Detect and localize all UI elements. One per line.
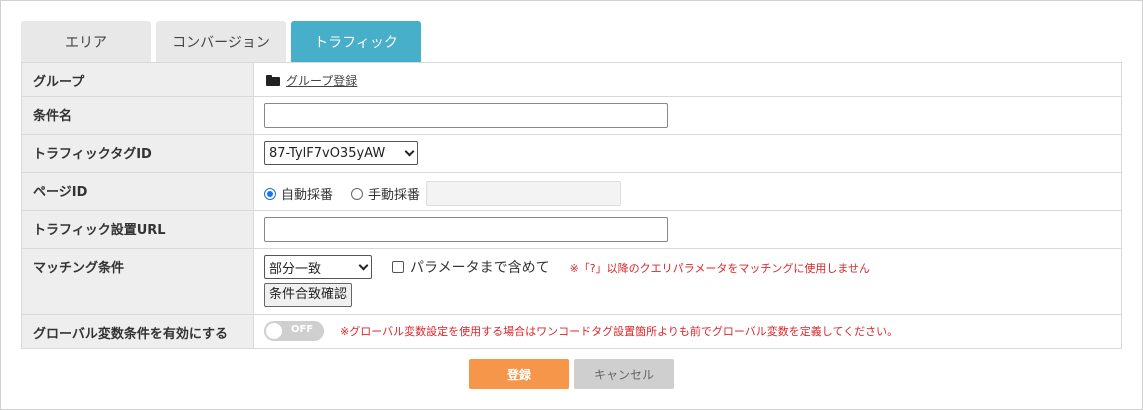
manual-number-label[interactable]: 手動採番 bbox=[368, 184, 420, 203]
global-var-row: グローバル変数条件を有効にする OFF ※グローバル変数設定を使用する場合はワン… bbox=[21, 314, 1122, 349]
traffic-url-input[interactable] bbox=[264, 217, 668, 242]
matching-row: マッチング条件 部分一致 パラメータまで含めて ※「?」以降のクエリパラメータを… bbox=[21, 248, 1122, 315]
matching-select[interactable]: 部分一致 bbox=[264, 255, 372, 279]
condition-name-input[interactable] bbox=[264, 103, 668, 128]
group-label: グループ bbox=[21, 62, 254, 97]
include-params-label[interactable]: パラメータまで含めて bbox=[410, 257, 550, 277]
manual-number-radio[interactable] bbox=[351, 187, 364, 200]
global-var-toggle[interactable]: OFF bbox=[264, 321, 324, 341]
global-var-label: グローバル変数条件を有効にする bbox=[21, 314, 254, 349]
page-id-row: ページID 自動採番 手動採番 bbox=[21, 172, 1122, 211]
condition-name-row: 条件名 bbox=[21, 96, 1122, 135]
settings-table: グループ グループ登録 条件名 トラフィックタグID 87-TylF7vO35y… bbox=[21, 62, 1122, 349]
tab-conversion[interactable]: コンバージョン bbox=[156, 21, 286, 62]
save-button[interactable]: 登録 bbox=[469, 359, 569, 389]
chevron-down-icon bbox=[358, 260, 369, 270]
condition-confirm-button[interactable]: 条件合致確認 bbox=[264, 283, 353, 307]
traffic-tag-label: トラフィックタグID bbox=[21, 134, 254, 173]
auto-number-label[interactable]: 自動採番 bbox=[281, 184, 333, 203]
tab-traffic[interactable]: トラフィック bbox=[291, 21, 421, 62]
toggle-state-text: OFF bbox=[291, 324, 314, 335]
tab-area[interactable]: エリア bbox=[21, 21, 151, 62]
page-id-label: ページID bbox=[21, 172, 254, 211]
group-register-link[interactable]: グループ登録 bbox=[286, 72, 357, 89]
chevron-down-icon bbox=[404, 146, 415, 156]
matching-label: マッチング条件 bbox=[21, 248, 254, 315]
include-params-checkbox[interactable] bbox=[392, 261, 404, 273]
traffic-url-row: トラフィック設置URL bbox=[21, 210, 1122, 249]
group-row: グループ グループ登録 bbox=[21, 62, 1122, 97]
traffic-tag-value: 87-TylF7vO35yAW bbox=[269, 145, 386, 161]
traffic-tag-select[interactable]: 87-TylF7vO35yAW bbox=[264, 141, 418, 165]
global-var-note: ※グローバル変数設定を使用する場合はワンコードタグ設置箇所よりも前でグローバル変… bbox=[340, 325, 899, 338]
condition-name-label: 条件名 bbox=[21, 96, 254, 135]
traffic-url-label: トラフィック設置URL bbox=[21, 210, 254, 249]
matching-value: 部分一致 bbox=[269, 261, 322, 277]
toggle-knob bbox=[266, 323, 282, 339]
matching-note: ※「?」以降のクエリパラメータをマッチングに使用しません bbox=[569, 262, 870, 275]
folder-icon bbox=[266, 75, 280, 86]
auto-number-radio[interactable] bbox=[264, 187, 276, 200]
cancel-button[interactable]: キャンセル bbox=[574, 359, 674, 389]
traffic-tag-row: トラフィックタグID 87-TylF7vO35yAW bbox=[21, 134, 1122, 173]
page-id-input[interactable] bbox=[426, 181, 622, 206]
